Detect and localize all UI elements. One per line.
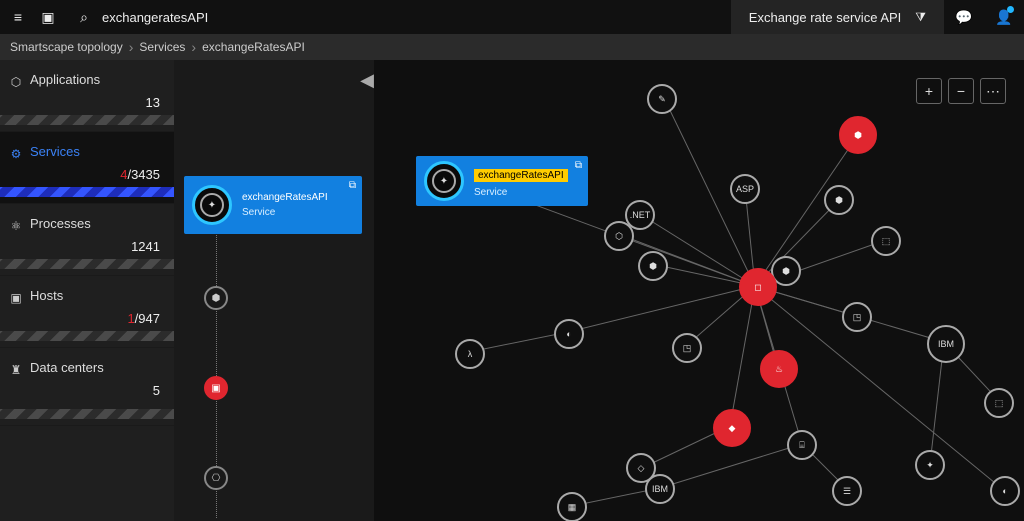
more-options-button[interactable]: ⋯ [980, 78, 1006, 104]
topology-node[interactable]: ✦ [915, 450, 945, 480]
breadcrumb-item[interactable]: exchangeRatesAPI [202, 40, 305, 54]
collapse-panel-icon[interactable]: ◀ [360, 70, 374, 91]
sidebar-item-datacenters[interactable]: ♜ Data centers 5 [0, 348, 174, 426]
sidebar-item-count: 1/947 [30, 311, 174, 326]
breadcrumb-item[interactable]: Smartscape topology [10, 40, 123, 54]
topology-node[interactable]: λ [455, 339, 485, 369]
topology-node[interactable]: ◻ [739, 268, 777, 306]
sidebar-item-count: 5 [30, 383, 174, 398]
topology-node[interactable]: ⬢ [638, 251, 668, 281]
hosts-icon: ▣ [8, 290, 24, 306]
topology-node[interactable]: ◳ [672, 333, 702, 363]
service-ring-icon: ✦ [424, 161, 464, 201]
topology-node[interactable]: ⬢ [824, 185, 854, 215]
sidebar-item-services[interactable]: ⚙ Services 4/3435 [0, 132, 174, 204]
dashboards-icon[interactable]: ▣ [38, 7, 58, 27]
topology-node[interactable]: ☰ [832, 476, 862, 506]
page-title-label: Exchange rate service API [749, 10, 901, 25]
graph-controls: + − ⋯ [916, 78, 1006, 104]
breadcrumb: Smartscape topology › Services › exchang… [0, 34, 1024, 60]
topology-node[interactable]: ◐ [990, 476, 1020, 506]
highlighted-entity-subtitle: Service [474, 187, 568, 198]
zoom-out-button[interactable]: − [948, 78, 974, 104]
topology-node[interactable]: ♨ [760, 350, 798, 388]
search-input[interactable] [102, 10, 362, 25]
sidebar: ⬡ Applications 13 ⚙ Services 4/3435 ⚛ Pr… [0, 60, 174, 521]
filter-icon[interactable]: ⧩ [915, 10, 926, 25]
sidebar-item-applications[interactable]: ⬡ Applications 13 [0, 60, 174, 132]
topology-node[interactable]: IBM [927, 325, 965, 363]
search-icon: ⌕ [74, 7, 94, 27]
chain-node-datacenter[interactable]: ⎔ [204, 466, 228, 490]
open-icon[interactable]: ⧉ [575, 160, 582, 171]
topology-canvas[interactable]: + − ⋯ ✦ exchangeRatesAPI Service ⧉ ✎⬢.NE… [374, 60, 1024, 521]
processes-icon: ⚛ [8, 218, 24, 234]
highlighted-entity-card[interactable]: ✦ exchangeRatesAPI Service ⧉ [416, 156, 588, 206]
chain-node-process[interactable]: ⬢ [204, 286, 228, 310]
sidebar-item-label: Processes [30, 216, 174, 231]
sidebar-item-hosts[interactable]: ▣ Hosts 1/947 [0, 276, 174, 348]
chevron-right-icon: › [191, 39, 196, 55]
topology-node[interactable]: ⌸ [787, 430, 817, 460]
sidebar-item-label: Services [30, 144, 174, 159]
topology-node[interactable]: ◳ [842, 302, 872, 332]
selected-entity-subtitle: Service [242, 207, 328, 218]
sidebar-item-count: 13 [30, 95, 174, 110]
highlighted-entity-title: exchangeRatesAPI [474, 169, 568, 182]
topology-node[interactable]: ASP [730, 174, 760, 204]
applications-icon: ⬡ [8, 74, 24, 90]
selected-entity-title: exchangeRatesAPI [242, 192, 328, 203]
sidebar-item-label: Hosts [30, 288, 174, 303]
topology-node[interactable]: ⬡ [604, 221, 634, 251]
topology-node[interactable]: ◐ [554, 319, 584, 349]
selected-entity-card[interactable]: ✦ exchangeRatesAPI Service ⧉ [184, 176, 362, 234]
topology-node[interactable]: ◆ [713, 409, 751, 447]
sidebar-item-count: 4/3435 [30, 167, 174, 182]
services-icon: ⚙ [8, 146, 24, 162]
sidebar-item-label: Data centers [30, 360, 174, 375]
topology-node[interactable]: IBM [645, 474, 675, 504]
open-icon[interactable]: ⧉ [349, 180, 356, 191]
service-ring-icon: ✦ [192, 185, 232, 225]
menu-icon[interactable]: ≡ [8, 7, 28, 27]
sidebar-item-label: Applications [30, 72, 174, 87]
zoom-in-button[interactable]: + [916, 78, 942, 104]
topology-node[interactable]: ⬢ [839, 116, 877, 154]
user-icon[interactable]: 👤 [984, 0, 1024, 34]
sidebar-item-processes[interactable]: ⚛ Processes 1241 [0, 204, 174, 276]
chain-node-host[interactable]: ▣ [204, 376, 228, 400]
topology-node[interactable]: ▦ [557, 492, 587, 521]
messages-icon[interactable]: 💬 [944, 0, 984, 34]
topology-node[interactable]: ⬚ [871, 226, 901, 256]
topology-node[interactable]: ⬚ [984, 388, 1014, 418]
datacenter-icon: ♜ [8, 362, 24, 378]
breadcrumb-item[interactable]: Services [139, 40, 185, 54]
topology-node[interactable]: ✎ [647, 84, 677, 114]
entity-chain-panel: ◀ ⬢ ▣ ⎔ ✦ exchangeRatesAPI Service ⧉ [174, 60, 374, 521]
sidebar-item-count: 1241 [30, 239, 174, 254]
chevron-right-icon: › [129, 39, 134, 55]
page-title[interactable]: Exchange rate service API ⧩ [731, 0, 944, 34]
